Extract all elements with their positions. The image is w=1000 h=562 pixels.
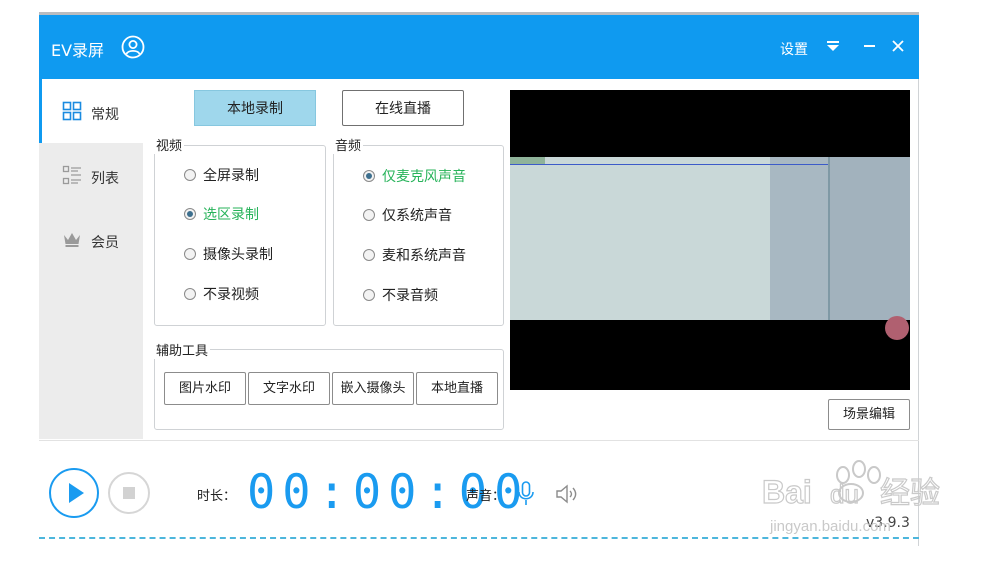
video-option-camera[interactable]: 摄像头录制 <box>184 244 273 264</box>
audio-option-none[interactable]: 不录音频 <box>363 285 438 305</box>
list-icon <box>62 165 81 185</box>
radio-label: 不录音频 <box>382 288 438 304</box>
radio-label: 全屏录制 <box>203 168 259 184</box>
settings-link[interactable]: 设置 <box>780 39 808 59</box>
video-option-fullscreen[interactable]: 全屏录制 <box>184 165 259 185</box>
user-account-icon[interactable] <box>121 35 145 59</box>
minimize-icon[interactable] <box>859 35 881 57</box>
video-option-none[interactable]: 不录视频 <box>184 284 259 304</box>
online-live-button[interactable]: 在线直播 <box>342 90 464 126</box>
app-title: EV录屏 <box>51 41 105 60</box>
svg-text:Bai: Bai <box>762 474 812 510</box>
image-watermark-button[interactable]: 图片水印 <box>164 372 246 405</box>
play-button[interactable] <box>49 468 99 518</box>
preview-frame-image <box>510 90 910 390</box>
baidu-watermark: Bai du 经验 jingyan.baidu.com <box>760 455 950 540</box>
svg-text:jingyan.baidu.com: jingyan.baidu.com <box>769 518 891 535</box>
baidu-paw-logo: Bai du 经验 jingyan.baidu.com <box>761 460 941 535</box>
sidebar-item-label: 会员 <box>91 235 119 251</box>
radio-dot <box>184 208 196 220</box>
close-icon[interactable] <box>887 35 909 57</box>
tools-group-label: 辅助工具 <box>154 340 211 359</box>
audio-option-mic-and-system[interactable]: 麦和系统声音 <box>363 245 466 265</box>
sidebar-item-label: 常规 <box>91 107 119 123</box>
crown-icon <box>64 233 80 247</box>
video-preview <box>510 90 910 390</box>
sidebar-item-general[interactable]: 常规 <box>39 79 143 143</box>
local-record-button[interactable]: 本地录制 <box>194 90 316 126</box>
sidebar-item-list[interactable]: 列表 <box>39 143 143 207</box>
sidebar-item-member[interactable]: 会员 <box>39 207 143 271</box>
radio-label: 选区录制 <box>203 207 259 223</box>
microphone-icon[interactable] <box>516 481 536 507</box>
radio-label: 仅麦克风声音 <box>382 169 466 185</box>
radio-label: 摄像头录制 <box>203 247 273 263</box>
stop-icon <box>123 487 135 499</box>
svg-text:经验: 经验 <box>880 476 940 511</box>
radio-dot <box>363 170 375 182</box>
radio-label: 麦和系统声音 <box>382 248 466 264</box>
text-watermark-button[interactable]: 文字水印 <box>248 372 330 405</box>
scene-edit-button[interactable]: 场景编辑 <box>828 399 910 430</box>
radio-dot <box>184 288 196 300</box>
play-icon <box>69 483 84 503</box>
audio-group-label: 音频 <box>333 135 364 154</box>
audio-option-mic-only[interactable]: 仅麦克风声音 <box>363 166 466 186</box>
grid-icon <box>62 101 82 121</box>
duration-label: 时长： <box>197 489 237 504</box>
radio-label: 仅系统声音 <box>382 208 452 224</box>
embed-camera-button[interactable]: 嵌入摄像头 <box>332 372 414 405</box>
radio-dot <box>363 289 375 301</box>
speaker-icon[interactable] <box>555 483 579 505</box>
audio-option-system-only[interactable]: 仅系统声音 <box>363 205 452 225</box>
radio-dot <box>363 209 375 221</box>
video-option-region[interactable]: 选区录制 <box>184 204 259 224</box>
stop-button[interactable] <box>108 472 150 514</box>
radio-dot <box>184 248 196 260</box>
sidebar-item-label: 列表 <box>91 171 119 187</box>
radio-dot <box>184 169 196 181</box>
local-live-button[interactable]: 本地直播 <box>416 372 498 405</box>
title-bar: EV录屏 设置 <box>39 15 919 79</box>
dropdown-menu-icon[interactable] <box>822 35 844 57</box>
sound-label: 声音： <box>466 489 506 504</box>
sidebar: 常规 列表 会员 <box>39 79 143 439</box>
video-group-label: 视频 <box>154 135 185 154</box>
divider <box>39 440 919 441</box>
radio-dot <box>363 249 375 261</box>
radio-label: 不录视频 <box>203 287 259 303</box>
svg-text:du: du <box>830 479 859 509</box>
